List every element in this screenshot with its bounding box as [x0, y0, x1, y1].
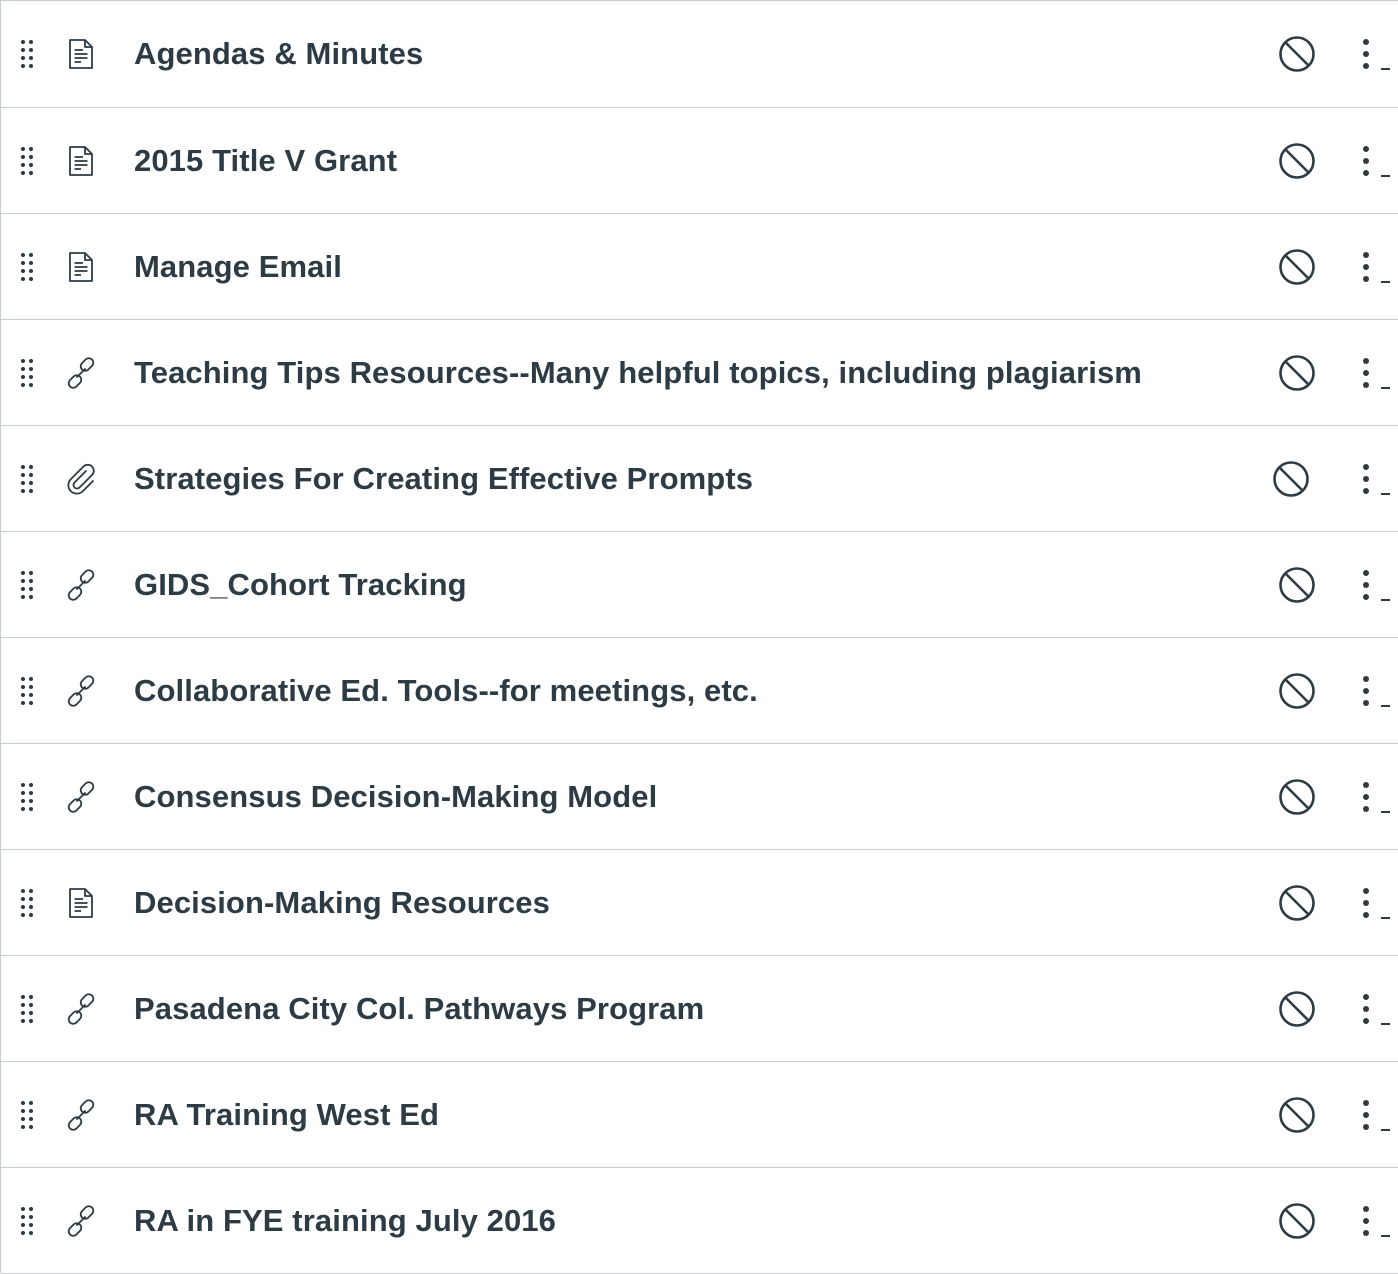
- module-item[interactable]: Collaborative Ed. Tools--for meetings, e…: [1, 638, 1398, 744]
- unpublished-icon[interactable]: [1277, 34, 1317, 74]
- module-item[interactable]: RA in FYE training July 2016: [1, 1168, 1398, 1274]
- link-icon: [63, 991, 99, 1027]
- link-icon: [63, 779, 99, 815]
- module-item[interactable]: RA Training West Ed: [1, 1062, 1398, 1168]
- item-title-link[interactable]: Manage Email: [134, 249, 342, 285]
- more-options-icon[interactable]: [1351, 777, 1381, 817]
- drag-handle-icon[interactable]: [19, 1205, 35, 1237]
- module-item[interactable]: Teaching Tips Resources--Many helpful to…: [1, 320, 1398, 426]
- drag-handle-icon[interactable]: [19, 993, 35, 1025]
- item-title-link[interactable]: 2015 Title V Grant: [134, 143, 397, 179]
- more-options-icon[interactable]: [1351, 1095, 1381, 1135]
- more-options-icon[interactable]: [1351, 671, 1381, 711]
- more-options-icon[interactable]: [1351, 1201, 1381, 1241]
- unpublished-icon[interactable]: [1277, 1201, 1317, 1241]
- link-icon: [63, 1203, 99, 1239]
- item-title-link[interactable]: GIDS_Cohort Tracking: [134, 567, 467, 603]
- unpublished-icon[interactable]: [1277, 353, 1317, 393]
- link-icon: [63, 567, 99, 603]
- unpublished-icon[interactable]: [1277, 141, 1317, 181]
- link-icon: [63, 1097, 99, 1133]
- more-options-icon[interactable]: [1351, 141, 1381, 181]
- item-title-link[interactable]: Pasadena City Col. Pathways Program: [134, 991, 704, 1027]
- menu-underline: [1381, 280, 1390, 283]
- module-item[interactable]: Consensus Decision-Making Model: [1, 744, 1398, 850]
- menu-underline: [1381, 1234, 1390, 1237]
- menu-underline: [1381, 598, 1390, 601]
- unpublished-icon[interactable]: [1277, 671, 1317, 711]
- menu-underline: [1381, 386, 1390, 389]
- link-icon: [63, 673, 99, 709]
- link-icon: [63, 355, 99, 391]
- module-items-list: Agendas & Minutes 2015 Title V Grant Man…: [0, 0, 1398, 1274]
- drag-handle-icon[interactable]: [19, 887, 35, 919]
- module-item[interactable]: Pasadena City Col. Pathways Program: [1, 956, 1398, 1062]
- more-options-icon[interactable]: [1351, 34, 1381, 74]
- menu-underline: [1381, 1022, 1390, 1025]
- item-title-link[interactable]: Teaching Tips Resources--Many helpful to…: [134, 355, 1142, 391]
- unpublished-icon[interactable]: [1277, 247, 1317, 287]
- item-title-link[interactable]: Collaborative Ed. Tools--for meetings, e…: [134, 673, 758, 709]
- drag-handle-icon[interactable]: [19, 357, 35, 389]
- unpublished-icon[interactable]: [1277, 1095, 1317, 1135]
- module-item[interactable]: Manage Email: [1, 214, 1398, 320]
- drag-handle-icon[interactable]: [19, 463, 35, 495]
- module-item[interactable]: Strategies For Creating Effective Prompt…: [1, 426, 1398, 532]
- document-icon: [63, 249, 99, 285]
- drag-handle-icon[interactable]: [19, 781, 35, 813]
- more-options-icon[interactable]: [1351, 989, 1381, 1029]
- more-options-icon[interactable]: [1351, 247, 1381, 287]
- unpublished-icon[interactable]: [1277, 883, 1317, 923]
- drag-handle-icon[interactable]: [19, 251, 35, 283]
- drag-handle-icon[interactable]: [19, 569, 35, 601]
- menu-underline: [1381, 174, 1390, 177]
- unpublished-icon[interactable]: [1271, 459, 1311, 499]
- more-options-icon[interactable]: [1351, 565, 1381, 605]
- document-icon: [63, 36, 99, 72]
- more-options-icon[interactable]: [1351, 883, 1381, 923]
- more-options-icon[interactable]: [1351, 353, 1381, 393]
- item-title-link[interactable]: RA Training West Ed: [134, 1097, 439, 1133]
- menu-underline: [1381, 492, 1390, 495]
- unpublished-icon[interactable]: [1277, 777, 1317, 817]
- menu-underline: [1381, 1128, 1390, 1131]
- item-title-link[interactable]: Consensus Decision-Making Model: [134, 779, 657, 815]
- paperclip-icon: [63, 461, 99, 497]
- drag-handle-icon[interactable]: [19, 675, 35, 707]
- module-item[interactable]: Decision-Making Resources: [1, 850, 1398, 956]
- item-title-link[interactable]: Agendas & Minutes: [134, 36, 423, 72]
- document-icon: [63, 885, 99, 921]
- document-icon: [63, 143, 99, 179]
- module-item[interactable]: 2015 Title V Grant: [1, 108, 1398, 214]
- module-item[interactable]: GIDS_Cohort Tracking: [1, 532, 1398, 638]
- unpublished-icon[interactable]: [1277, 565, 1317, 605]
- menu-underline: [1381, 704, 1390, 707]
- more-options-icon[interactable]: [1351, 459, 1381, 499]
- item-title-link[interactable]: Strategies For Creating Effective Prompt…: [134, 461, 753, 497]
- drag-handle-icon[interactable]: [19, 1099, 35, 1131]
- drag-handle-icon[interactable]: [19, 145, 35, 177]
- item-title-link[interactable]: Decision-Making Resources: [134, 885, 550, 921]
- drag-handle-icon[interactable]: [19, 38, 35, 70]
- item-title-link[interactable]: RA in FYE training July 2016: [134, 1203, 556, 1239]
- menu-underline: [1381, 68, 1390, 70]
- menu-underline: [1381, 916, 1390, 919]
- unpublished-icon[interactable]: [1277, 989, 1317, 1029]
- menu-underline: [1381, 810, 1390, 813]
- module-item[interactable]: Agendas & Minutes: [1, 1, 1398, 108]
